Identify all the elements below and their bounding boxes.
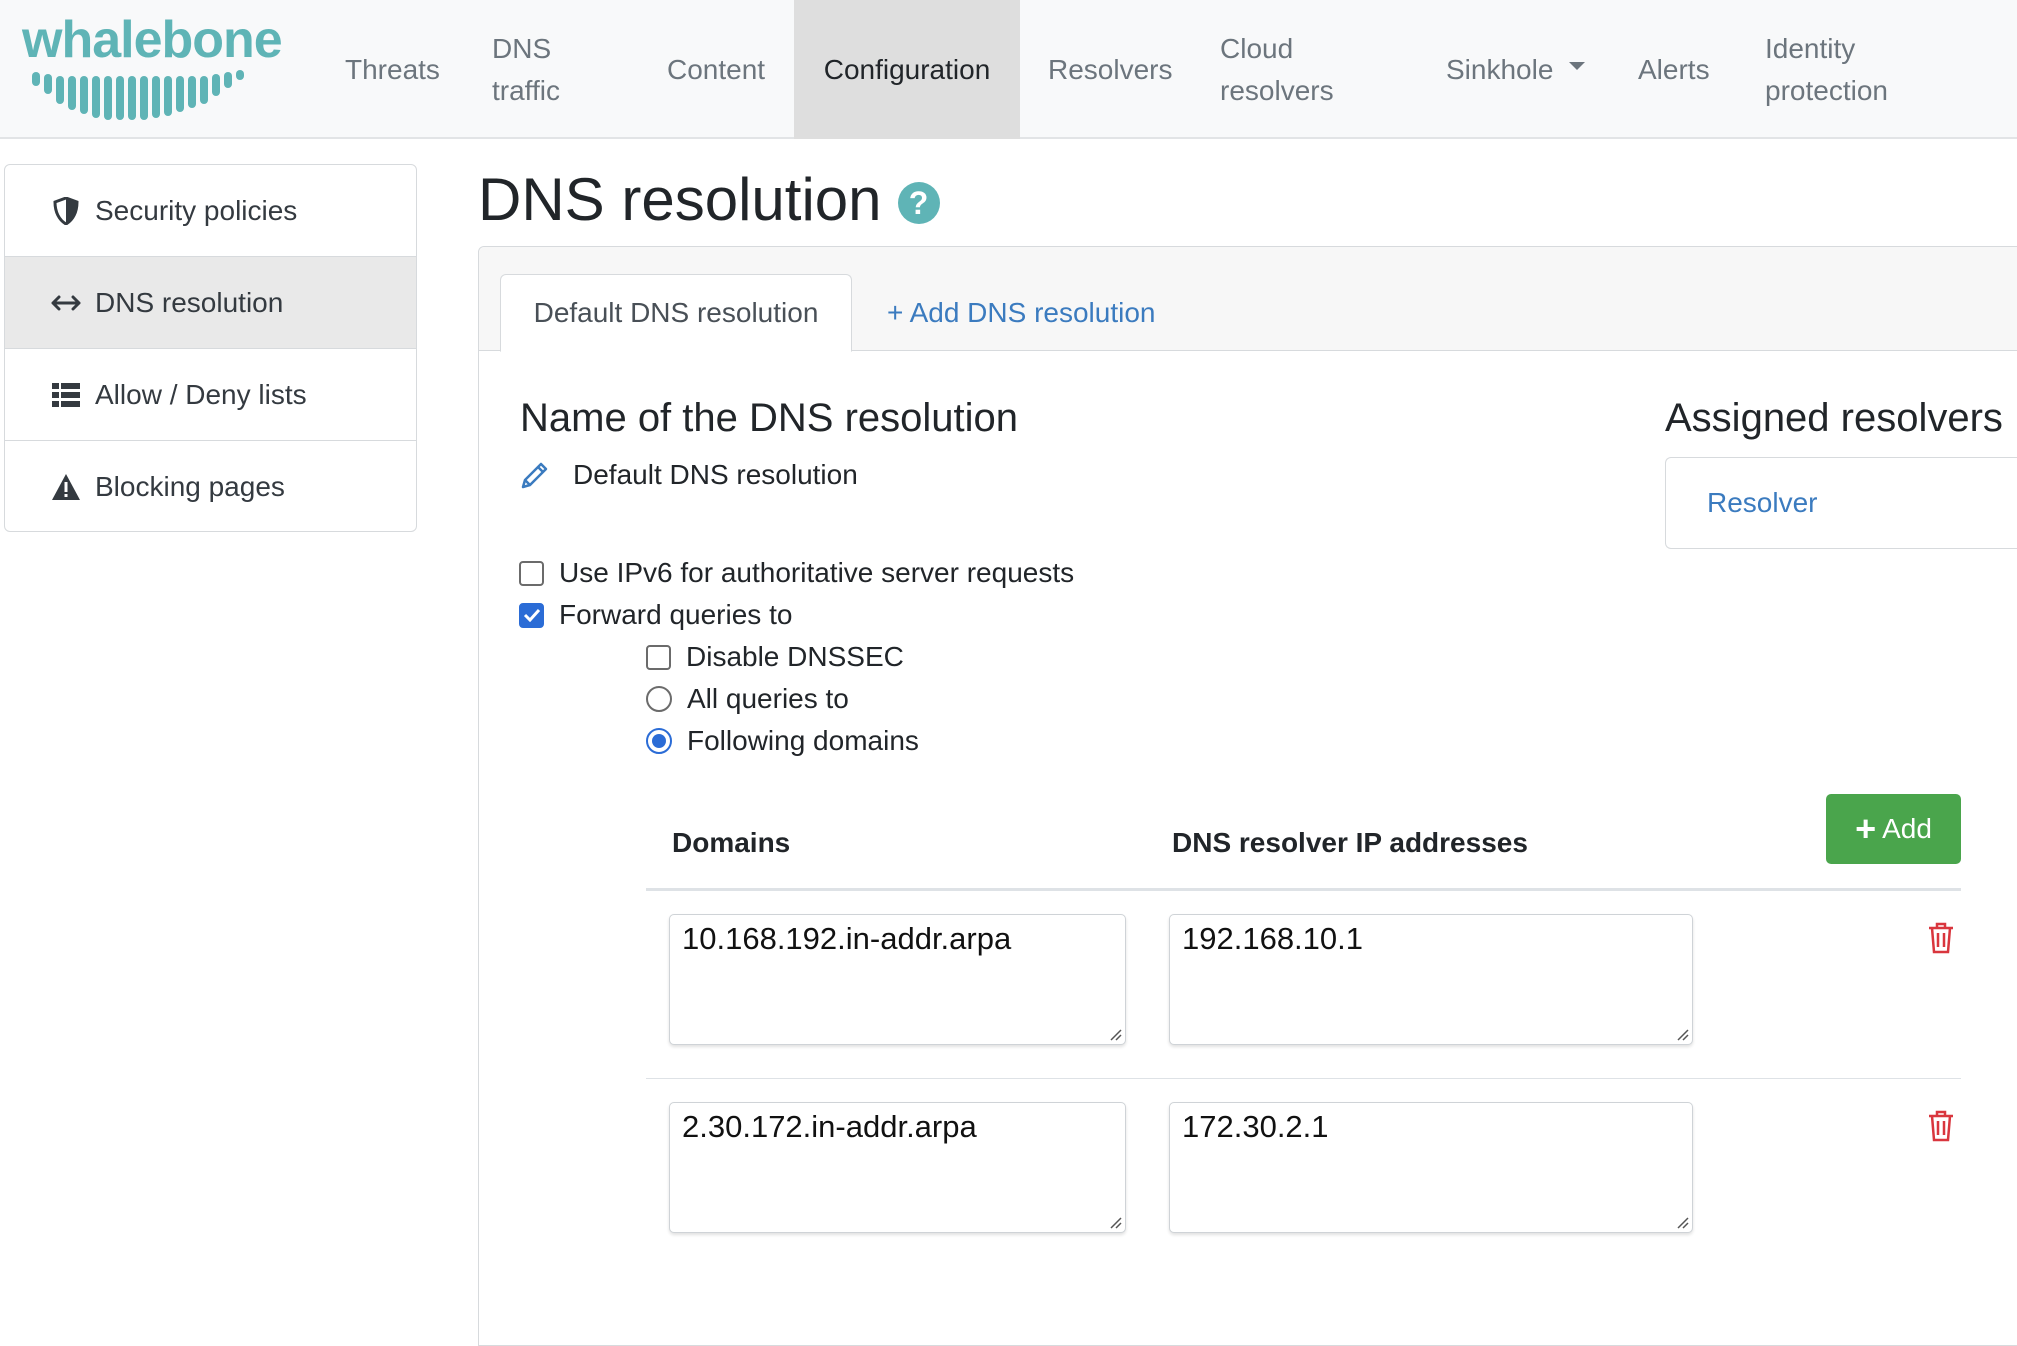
whalebone-logo[interactable]: whalebone: [22, 14, 283, 120]
resize-grip-icon[interactable]: [1673, 1213, 1689, 1229]
page-title: DNS resolution ?: [478, 165, 940, 235]
top-navbar: whalebone Threats DNS traffic Content Co…: [0, 0, 2017, 139]
nav-label: Configuration: [823, 53, 991, 85]
page-title-text: DNS resolution: [478, 166, 882, 233]
nav-label: Resolvers: [1048, 53, 1173, 85]
row-divider: [646, 1078, 1961, 1079]
nav-content[interactable]: Content: [667, 0, 765, 139]
nav-label: Content: [667, 53, 766, 85]
nav-identity-protection[interactable]: Identity protection: [1765, 0, 1888, 139]
ipv6-label: Use IPv6 for authoritative server reques…: [559, 557, 1075, 588]
add-button-label: Add: [1882, 813, 1932, 844]
caret-down-icon: [1569, 61, 1586, 70]
sidebar-item-blocking-pages[interactable]: Blocking pages: [5, 441, 416, 531]
sidebar-item-dns-resolution[interactable]: DNS resolution: [5, 257, 416, 349]
forward-checkbox[interactable]: [519, 602, 544, 628]
column-header-ip-addresses: DNS resolver IP addresses: [1172, 827, 1528, 858]
nav-configuration[interactable]: Configuration: [794, 0, 1020, 139]
resize-grip-icon[interactable]: [1106, 1025, 1122, 1041]
nav-label: Identity protection: [1765, 32, 1888, 106]
all-queries-label: All queries to: [687, 683, 849, 714]
sidebar-item-label: DNS resolution: [95, 286, 284, 318]
ip-value: 192.168.10.1: [1182, 921, 1364, 956]
sidebar-item-allow-deny-lists[interactable]: Allow / Deny lists: [5, 349, 416, 441]
add-row-button[interactable]: + Add: [1826, 794, 1961, 864]
warning-icon: [51, 472, 81, 502]
ipv6-checkbox[interactable]: [519, 560, 544, 586]
following-domains-option[interactable]: Following domains: [646, 724, 919, 758]
resize-grip-icon[interactable]: [1673, 1025, 1689, 1041]
tab-default-dns-resolution[interactable]: Default DNS resolution: [500, 274, 852, 352]
disable-dnssec-label: Disable DNSSEC: [686, 641, 904, 672]
dns-resolution-card: Default DNS resolution + Add DNS resolut…: [478, 246, 2017, 1346]
forward-label: Forward queries to: [559, 599, 793, 630]
help-icon[interactable]: ?: [897, 182, 940, 224]
tab-add-dns-resolution[interactable]: + Add DNS resolution: [887, 274, 1156, 352]
nav-label: Sinkhole: [1446, 53, 1554, 85]
sidebar-item-label: Blocking pages: [95, 471, 285, 502]
nav-sinkhole-dropdown[interactable]: Sinkhole: [1446, 0, 1586, 139]
all-queries-option[interactable]: All queries to: [646, 682, 849, 716]
nav-cloud-resolvers[interactable]: Cloud resolvers: [1220, 0, 1334, 139]
nav-alerts[interactable]: Alerts: [1638, 0, 1710, 139]
following-domains-label: Following domains: [687, 725, 919, 756]
following-domains-radio[interactable]: [646, 728, 672, 754]
domains-value: 2.30.172.in-addr.arpa: [682, 1109, 977, 1144]
resize-grip-icon[interactable]: [1106, 1213, 1122, 1229]
domains-textarea[interactable]: 10.168.192.in-addr.arpa: [669, 914, 1126, 1045]
sidebar-item-label: Security policies: [95, 194, 298, 226]
plus-icon: +: [1855, 808, 1877, 849]
nav-label: Alerts: [1638, 53, 1710, 85]
logo-bars-icon: [32, 70, 244, 120]
ip-addresses-textarea[interactable]: 172.30.2.1: [1169, 1102, 1693, 1233]
assigned-resolvers-heading: Assigned resolvers: [1665, 396, 2003, 440]
name-row: Default DNS resolution: [519, 459, 858, 491]
ip-addresses-textarea[interactable]: 192.168.10.1: [1169, 914, 1693, 1045]
ip-value: 172.30.2.1: [1182, 1109, 1329, 1144]
checkmark-icon: [523, 608, 540, 622]
ipv6-option[interactable]: Use IPv6 for authoritative server reques…: [519, 556, 1074, 590]
list-icon: [51, 380, 81, 410]
nav-label: Cloud resolvers: [1220, 32, 1334, 106]
nav-label: DNS traffic: [492, 32, 560, 106]
delete-row-trash-icon[interactable]: [1927, 1110, 1955, 1142]
table-header-divider: [646, 888, 1961, 891]
logo-text: whalebone: [22, 11, 283, 69]
disable-dnssec-checkbox[interactable]: [646, 644, 671, 670]
all-queries-radio[interactable]: [646, 686, 672, 712]
shield-icon: [51, 196, 81, 226]
dns-resolution-name[interactable]: Default DNS resolution: [573, 459, 858, 491]
column-header-domains: Domains: [672, 827, 791, 858]
domains-value: 10.168.192.in-addr.arpa: [682, 921, 1012, 956]
sidebar-item-security-policies[interactable]: Security policies: [5, 165, 416, 257]
arrows-horizontal-icon: [51, 288, 81, 318]
forward-option[interactable]: Forward queries to: [519, 598, 792, 632]
nav-label: Threats: [345, 53, 440, 85]
pencil-icon[interactable]: [519, 459, 551, 491]
nav-resolvers[interactable]: Resolvers: [1048, 0, 1172, 139]
domains-textarea[interactable]: 2.30.172.in-addr.arpa: [669, 1102, 1126, 1233]
sidebar: Security policies DNS resolution Allow /…: [4, 164, 417, 532]
nav-dns-traffic[interactable]: DNS traffic: [492, 0, 560, 139]
resolver-link[interactable]: Resolver: [1665, 457, 2017, 549]
nav-threats[interactable]: Threats: [345, 0, 440, 139]
sidebar-item-label: Allow / Deny lists: [95, 378, 307, 410]
name-heading: Name of the DNS resolution: [520, 396, 1019, 440]
disable-dnssec-option[interactable]: Disable DNSSEC: [646, 640, 904, 674]
delete-row-trash-icon[interactable]: [1927, 922, 1955, 954]
